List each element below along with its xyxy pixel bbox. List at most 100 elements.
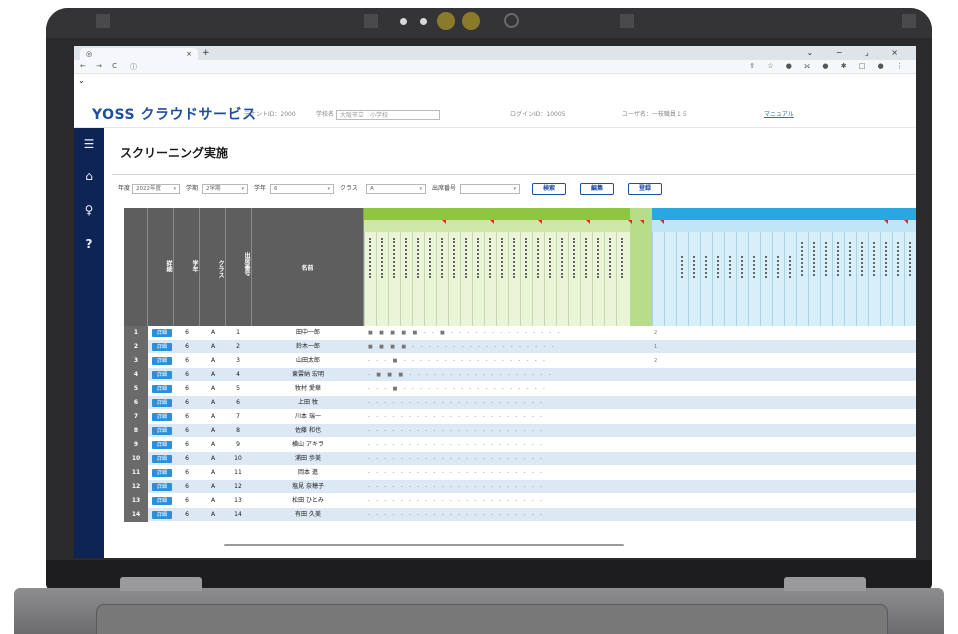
header-col-divider [880,232,881,326]
table-row[interactable]: 6 詳細 6 A 6 上田 牧 - - - - - - - - - - - - - - - … [124,396,916,410]
number-select[interactable] [460,184,520,194]
brand-logo[interactable]: YOSS クラウドサービス [92,104,256,124]
screening-marks[interactable]: - - - - - - - - - - - - - - - - - - - - … [368,438,628,452]
table-row[interactable]: 5 詳細 6 A 5 牧村 愛華 - - - ■ - - - - - - - - - - -… [124,382,916,396]
info-icon[interactable]: ⓘ [130,62,137,72]
table-row[interactable]: 13 詳細 6 A 13 松田 ひとみ - - - - - - - - - - - - - … [124,494,916,508]
term-select[interactable]: 2学期 [202,184,248,194]
result-cell[interactable] [654,410,914,424]
table-row[interactable]: 11 詳細 6 A 11 岡本 進 - - - - - - - - - - - - - - … [124,466,916,480]
bezel-dot [420,18,427,25]
result-cell[interactable]: 1 [654,340,914,354]
detail-button[interactable]: 詳細 [152,427,172,435]
home-icon[interactable]: ⌂ [80,168,98,184]
result-cell[interactable] [654,424,914,438]
detail-button[interactable]: 詳細 [152,483,172,491]
result-cell[interactable] [654,382,914,396]
header-col-label [885,242,888,276]
detail-button[interactable]: 詳細 [152,455,172,463]
result-cell[interactable] [654,452,914,466]
result-cell[interactable] [654,396,914,410]
laptop-trackpad-edge [96,604,888,634]
class-cell: A [210,441,216,448]
table-row[interactable]: 9 詳細 6 A 9 横山 アキラ - - - - - - - - - - - - - - … [124,438,916,452]
horizontal-scrollbar[interactable] [224,544,624,546]
browser-tab[interactable]: ◎ × [80,48,198,60]
user-icon[interactable]: ♀ [80,202,98,218]
screening-marks[interactable]: - - - - - - - - - - - - - - - - - - - - … [368,410,628,424]
screening-marks[interactable]: - ■ ■ ■ - - - - - - - - - - - - - - - - … [368,368,628,382]
result-cell[interactable] [654,480,914,494]
comment-marker [660,220,664,224]
row-number: 13 [124,494,148,508]
screening-marks[interactable]: - - - - - - - - - - - - - - - - - - - - … [368,494,628,508]
header-col-label [801,242,804,276]
table-row[interactable]: 3 詳細 6 A 3 山田太郎 - - - ■ - - - - - - - - - - - … [124,354,916,368]
screening-marks[interactable]: - - - - - - - - - - - - - - - - - - - - … [368,508,628,522]
window-controls[interactable]: ⌄ − ⌟ × [807,46,909,60]
screening-marks[interactable]: - - - - - - - - - - - - - - - - - - - - … [368,452,628,466]
search-button[interactable]: 検索 [532,183,566,195]
row-number: 3 [124,354,148,368]
screening-marks[interactable]: - - - - - - - - - - - - - - - - - - - - … [368,480,628,494]
browser-toolbar-icons[interactable]: ⇪ ☆ ● ⟗ ● ✱ □ ● ⋮ [749,62,908,71]
grade-cell: 6 [185,357,189,364]
header-col-label [741,256,744,278]
grade-select[interactable]: 6 [270,184,334,194]
register-button[interactable]: 登録 [628,183,662,195]
detail-button[interactable]: 詳細 [152,343,172,351]
screening-marks[interactable]: - - - - - - - - - - - - - - - - - - - - … [368,424,628,438]
detail-button[interactable]: 詳細 [152,413,172,421]
result-cell[interactable] [654,466,914,480]
school-select[interactable]: 大阪市立 小学校 [335,109,440,120]
new-tab-button[interactable]: + [202,46,210,60]
class-cell: A [210,399,216,406]
table-row[interactable]: 14 詳細 6 A 14 有田 久美 - - - - - - - - - - - - - -… [124,508,916,522]
table-row[interactable]: 7 詳細 6 A 7 川本 瑞一 - - - - - - - - - - - - - - -… [124,410,916,424]
detail-button[interactable]: 詳細 [152,511,172,519]
chevron-down-icon[interactable]: ⌄ [78,76,85,85]
result-cell[interactable] [654,368,914,382]
header-col-divider [364,232,365,326]
result-cell[interactable]: 2 [654,354,914,368]
table-row[interactable]: 4 詳細 6 A 4 東雲納 宏明 - ■ ■ ■ - - - - - - - - - - … [124,368,916,382]
detail-button[interactable]: 詳細 [152,399,172,407]
header-col-divider [412,232,413,326]
edit-button[interactable]: 編集 [580,183,614,195]
camera-icon [462,12,480,30]
detail-button[interactable]: 詳細 [152,469,172,477]
table-row[interactable]: 1 詳細 6 A 1 田中一郎 ■ ■ ■ ■ ■ - - ■ - - - - - - - … [124,326,916,340]
menu-icon[interactable]: ☰ [80,136,98,152]
detail-button[interactable]: 詳細 [152,441,172,449]
nav-buttons[interactable]: ← → C [80,62,121,70]
table-row[interactable]: 2 詳細 6 A 2 鈴木一郎 ■ ■ ■ ■ - - - - - - - - - - - … [124,340,916,354]
header-subgroup-green [364,220,630,232]
header-grade: 学年 [174,208,200,326]
class-select[interactable]: A [366,184,426,194]
screening-marks[interactable]: ■ ■ ■ ■ - - - - - - - - - - - - - - - - … [368,340,628,354]
detail-button[interactable]: 詳細 [152,371,172,379]
bezel-sensor-right [620,14,634,28]
screening-marks[interactable]: - - - ■ - - - - - - - - - - - - - - - - … [368,382,628,396]
result-cell[interactable] [654,508,914,522]
screening-marks[interactable]: - - - ■ - - - - - - - - - - - - - - - - … [368,354,628,368]
detail-button[interactable]: 詳細 [152,497,172,505]
detail-button[interactable]: 詳細 [152,357,172,365]
address-bar[interactable]: ← → C ⓘ ⇪ ☆ ● ⟗ ● ✱ □ ● ⋮ [74,60,916,74]
tab-close-icon[interactable]: × [186,48,192,60]
table-row[interactable]: 8 詳細 6 A 8 佐藤 和也 - - - - - - - - - - - - - - -… [124,424,916,438]
result-cell[interactable] [654,494,914,508]
table-row[interactable]: 12 詳細 6 A 12 塩見 奈穂子 - - - - - - - - - - - - - … [124,480,916,494]
screening-marks[interactable]: - - - - - - - - - - - - - - - - - - - - … [368,466,628,480]
detail-button[interactable]: 詳細 [152,329,172,337]
year-select[interactable]: 2022年度 [132,184,180,194]
result-cell[interactable] [654,438,914,452]
screening-marks[interactable]: - - - - - - - - - - - - - - - - - - - - … [368,396,628,410]
manual-link[interactable]: マニュアル [764,109,794,118]
help-icon[interactable]: ? [80,236,98,252]
header-col-label [441,238,444,278]
detail-button[interactable]: 詳細 [152,385,172,393]
result-cell[interactable]: 2 [654,326,914,340]
table-row[interactable]: 10 詳細 6 A 10 浦田 歩美 - - - - - - - - - - - - - -… [124,452,916,466]
screening-marks[interactable]: ■ ■ ■ ■ ■ - - ■ - - - - - - - - - - - - … [368,326,628,340]
